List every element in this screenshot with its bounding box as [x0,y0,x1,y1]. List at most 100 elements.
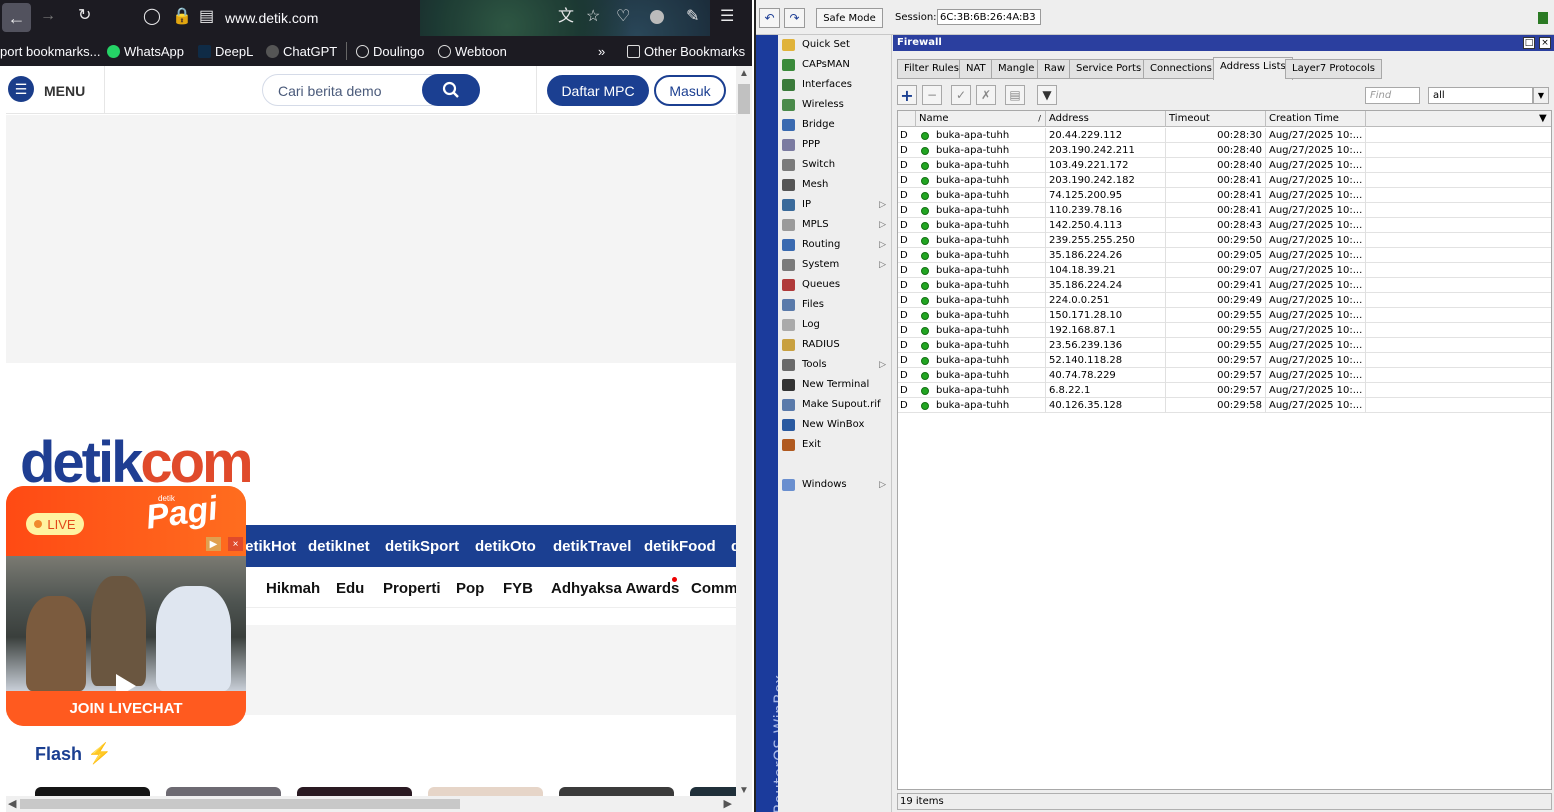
vertical-scrollbar[interactable]: ▲ ▼ [736,66,752,812]
filter-icon[interactable]: ▼ [1037,85,1057,105]
column-header-name[interactable]: Name / [916,111,1046,127]
table-row[interactable]: Dbuka-apa-tuhh 150.171.28.10 00:29:55 Aug/2… [898,308,1551,323]
sidebar-item-radius[interactable]: RADIUS [778,335,892,355]
table-row[interactable]: Dbuka-apa-tuhh 239.255.255.250 00:29:50 Aug… [898,233,1551,248]
sidebar-item-routing[interactable]: Routing ▷ [778,235,892,255]
url-text[interactable]: www.detik.com [225,10,318,26]
sidebar-item-mesh[interactable]: Mesh [778,175,892,195]
tab-nat[interactable]: NAT [959,59,993,79]
comment-icon[interactable]: ▤ [1005,85,1025,105]
menu-icon[interactable]: ☰ [8,76,34,102]
subcategory-item[interactable]: Hikmah [266,580,320,597]
tab-filter-rules[interactable]: Filter Rules [897,59,966,79]
table-row[interactable]: Dbuka-apa-tuhh 35.186.224.26 00:29:05 Aug/2… [898,248,1551,263]
lock-icon[interactable]: 🔒 [172,9,192,25]
minimize-icon[interactable]: ▶ [206,537,221,551]
sidebar-item-new-winbox[interactable]: New WinBox [778,415,892,435]
translate-icon[interactable]: 文 [558,9,574,25]
category-item[interactable]: detikSport [385,538,459,555]
search-button[interactable] [422,74,480,106]
masuk-button[interactable]: Masuk [654,75,726,106]
live-widget[interactable]: LIVE detik Pagi ▶ × JOIN LIVECHAT [6,486,246,726]
profile-icon[interactable] [650,10,664,24]
bookmark-chatgpt[interactable]: ChatGPT [266,44,337,59]
close-icon[interactable]: × [228,537,243,551]
pocket-icon[interactable]: ♡ [616,9,630,25]
detik-logo[interactable]: detikcom [20,434,254,492]
sidebar-item-interfaces[interactable]: Interfaces [778,75,892,95]
hamburger-menu-icon[interactable]: ☰ [720,9,734,25]
sidebar-item-bridge[interactable]: Bridge [778,115,892,135]
subcategory-item[interactable]: FYB [503,580,533,597]
table-row[interactable]: Dbuka-apa-tuhh 203.190.242.182 00:28:41 Aug… [898,173,1551,188]
table-row[interactable]: Dbuka-apa-tuhh 74.125.200.95 00:28:41 Aug/2… [898,188,1551,203]
column-header-address[interactable]: Address [1046,111,1166,127]
table-row[interactable]: Dbuka-apa-tuhh 103.49.221.172 00:28:40 Aug/… [898,158,1551,173]
column-header-creation-time[interactable]: Creation Time [1266,111,1366,127]
flash-heading[interactable]: Flash ⚡ [35,741,112,766]
bookmark-webtoon[interactable]: Webtoon [438,44,507,59]
category-item[interactable]: detikOto [475,538,536,555]
category-item[interactable]: detikTravel [553,538,631,555]
bookmark-other[interactable]: Other Bookmarks [627,44,745,59]
reload-icon[interactable]: ↻ [78,8,91,24]
table-row[interactable]: Dbuka-apa-tuhh 52.140.118.28 00:29:57 Aug/2… [898,353,1551,368]
maximize-icon[interactable]: □ [1523,37,1535,49]
redo-icon[interactable]: ↷ [784,8,805,28]
table-row[interactable]: Dbuka-apa-tuhh 40.74.78.229 00:29:57 Aug/27… [898,368,1551,383]
bookmark-deepl[interactable]: DeepL [198,44,253,59]
category-item[interactable]: detikFood [644,538,716,555]
add-icon[interactable]: + [897,85,917,105]
tab-service-ports[interactable]: Service Ports [1069,59,1149,79]
bookmark-import[interactable]: port bookmarks... [0,44,100,59]
table-row[interactable]: Dbuka-apa-tuhh 23.56.239.136 00:29:55 Aug/2… [898,338,1551,353]
horizontal-scrollbar[interactable]: ◀ ▶ [6,796,736,812]
close-icon[interactable]: × [1539,37,1551,49]
sidebar-item-mpls[interactable]: MPLS ▷ [778,215,892,235]
column-header-flag[interactable] [898,111,916,127]
sidebar-item-capsman[interactable]: CAPsMAN [778,55,892,75]
scroll-right-icon[interactable]: ▶ [724,797,732,810]
undo-icon[interactable]: ↶ [759,8,780,28]
sidebar-item-files[interactable]: Files [778,295,892,315]
join-livechat-button[interactable]: JOIN LIVECHAT [6,691,246,726]
list-filter-select[interactable]: all [1428,87,1533,104]
table-row[interactable]: Dbuka-apa-tuhh 142.250.4.113 00:28:43 Aug/2… [898,218,1551,233]
table-row[interactable]: Dbuka-apa-tuhh 6.8.22.1 00:29:57 Aug/27/202… [898,383,1551,398]
disable-icon[interactable]: ✗ [976,85,996,105]
page-info-icon[interactable]: ▤ [199,9,214,25]
table-row[interactable]: Dbuka-apa-tuhh 224.0.0.251 00:29:49 Aug/27/… [898,293,1551,308]
column-menu-icon[interactable]: ▼ [1536,111,1551,127]
sidebar-item-ppp[interactable]: PPP [778,135,892,155]
star-icon[interactable]: ☆ [586,9,600,25]
sidebar-item-new-terminal[interactable]: New Terminal [778,375,892,395]
sidebar-item-system[interactable]: System ▷ [778,255,892,275]
extensions-icon[interactable]: ✎ [686,9,699,25]
sidebar-item-quick-set[interactable]: Quick Set [778,35,892,55]
sidebar-item-switch[interactable]: Switch [778,155,892,175]
table-row[interactable]: Dbuka-apa-tuhh 203.190.242.211 00:28:40 Aug… [898,143,1551,158]
tab-raw[interactable]: Raw [1037,59,1073,79]
scroll-thumb[interactable] [738,84,750,114]
menu-label[interactable]: MENU [44,83,85,99]
safe-mode-button[interactable]: Safe Mode [816,8,883,28]
shield-icon[interactable]: ◯ [143,9,161,25]
find-input[interactable]: Find [1365,87,1420,104]
sidebar-item-wireless[interactable]: Wireless [778,95,892,115]
sidebar-item-log[interactable]: Log [778,315,892,335]
live-video[interactable] [6,556,246,698]
subcategory-item[interactable]: Adhyaksa Awards [551,580,679,597]
remove-icon[interactable]: − [922,85,942,105]
tab-layer7-protocols[interactable]: Layer7 Protocols [1285,59,1382,79]
tab-connections[interactable]: Connections [1143,59,1219,79]
subcategory-item[interactable]: Pop [456,580,484,597]
column-header-timeout[interactable]: Timeout [1166,111,1266,127]
tab-mangle[interactable]: Mangle [991,59,1042,79]
session-field[interactable]: 6C:3B:6B:26:4A:B3 [937,9,1041,25]
bookmark-doulingo[interactable]: Doulingo [356,44,424,59]
subcategory-item[interactable]: Edu [336,580,364,597]
scroll-thumb[interactable] [20,799,460,809]
sidebar-item-ip[interactable]: IP ▷ [778,195,892,215]
forward-icon[interactable]: → [40,8,56,24]
category-item[interactable]: detikInet [308,538,370,555]
